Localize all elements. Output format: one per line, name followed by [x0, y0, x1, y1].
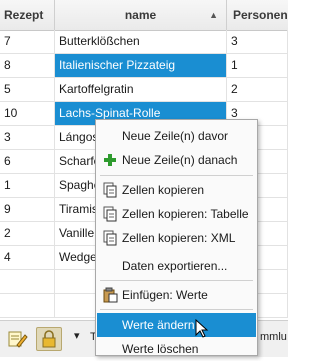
menu-item-label: Zellen kopieren: Tabelle — [122, 207, 249, 221]
mouse-cursor-icon — [195, 319, 209, 338]
copy-icon — [103, 206, 117, 222]
table-row[interactable]: 5 Kartoffelgratin 2 — [0, 78, 288, 102]
edit-notes-icon — [8, 331, 28, 348]
cell-rezept[interactable]: 2 — [0, 222, 55, 245]
paste-icon — [103, 287, 118, 303]
cell-rezept[interactable] — [0, 270, 55, 293]
chevron-down-icon[interactable]: ▾ — [74, 329, 80, 342]
menu-item-insert-after[interactable]: Neue Zeile(n) danach — [97, 148, 256, 172]
cell-rezept[interactable]: 4 — [0, 246, 55, 269]
cell-name[interactable]: Butterklößchen — [55, 30, 227, 53]
context-menu: Neue Zeile(n) davor Neue Zeile(n) danach… — [95, 119, 258, 356]
lock-button[interactable] — [36, 327, 62, 351]
menu-item-copy-cells-xml[interactable]: Zellen kopieren: XML — [97, 226, 256, 250]
column-header-label: name — [124, 8, 157, 22]
cell-rezept[interactable]: 3 — [0, 126, 55, 149]
menu-item-label: Zellen kopieren: XML — [122, 231, 236, 245]
menu-item-insert-before[interactable]: Neue Zeile(n) davor — [97, 124, 256, 148]
menu-item-label: Werte löschen — [122, 342, 199, 356]
column-header-rezept[interactable]: Rezept — [0, 0, 55, 30]
menu-item-copy-cells[interactable]: Zellen kopieren — [97, 178, 256, 202]
menu-separator — [100, 280, 253, 281]
cell-personen[interactable]: 3 — [227, 30, 288, 53]
menu-item-export-data[interactable]: Daten exportieren... — [97, 254, 256, 278]
menu-item-label: Neue Zeile(n) davor — [122, 129, 229, 143]
sort-ascending-icon: ▲ — [209, 10, 218, 20]
column-header-name[interactable]: name ▲ — [55, 0, 227, 30]
cell-rezept[interactable] — [0, 294, 55, 317]
menu-item-label: Neue Zeile(n) danach — [122, 153, 238, 167]
column-header-label: Personen — [233, 8, 288, 22]
menu-separator — [100, 309, 253, 310]
table-row[interactable]: 8 Italienischer Pizzateig 1 — [0, 54, 288, 78]
cell-rezept[interactable]: 9 — [0, 198, 55, 221]
table-row[interactable]: 7 Butterklößchen 3 — [0, 30, 288, 54]
menu-item-label: Einfügen: Werte — [122, 288, 208, 302]
edit-notes-button[interactable] — [4, 327, 30, 351]
column-header-label: Rezept — [4, 8, 44, 22]
cell-rezept[interactable]: 10 — [0, 102, 55, 125]
cell-personen[interactable]: 2 — [227, 78, 288, 101]
cell-personen[interactable]: 1 — [227, 54, 288, 77]
cell-rezept[interactable]: 6 — [0, 150, 55, 173]
menu-item-label: Zellen kopieren — [122, 183, 205, 197]
menu-separator — [100, 175, 253, 176]
cell-rezept[interactable]: 5 — [0, 78, 55, 101]
menu-item-label: Daten exportieren... — [122, 259, 228, 273]
copy-icon — [103, 182, 117, 198]
menu-item-label: Werte ändern... — [122, 318, 205, 332]
menu-item-change-values[interactable]: Werte ändern... — [97, 313, 256, 338]
cell-rezept[interactable]: 1 — [0, 174, 55, 197]
cell-rezept[interactable]: 8 — [0, 54, 55, 77]
toolbar-label-right: mmlu — [260, 331, 287, 343]
lock-icon — [42, 330, 56, 348]
cell-rezept[interactable]: 7 — [0, 30, 55, 53]
menu-item-copy-cells-table[interactable]: Zellen kopieren: Tabelle — [97, 202, 256, 226]
table-header: Rezept name ▲ Personen — [0, 0, 288, 31]
menu-item-paste-values[interactable]: Einfügen: Werte — [97, 283, 256, 307]
plus-icon — [104, 154, 116, 166]
column-header-personen[interactable]: Personen — [227, 0, 288, 30]
cell-name[interactable]: Kartoffelgratin — [55, 78, 227, 101]
menu-item-delete-values[interactable]: Werte löschen — [97, 337, 256, 361]
cell-name[interactable]: Italienischer Pizzateig — [55, 54, 227, 77]
copy-icon — [103, 230, 117, 246]
